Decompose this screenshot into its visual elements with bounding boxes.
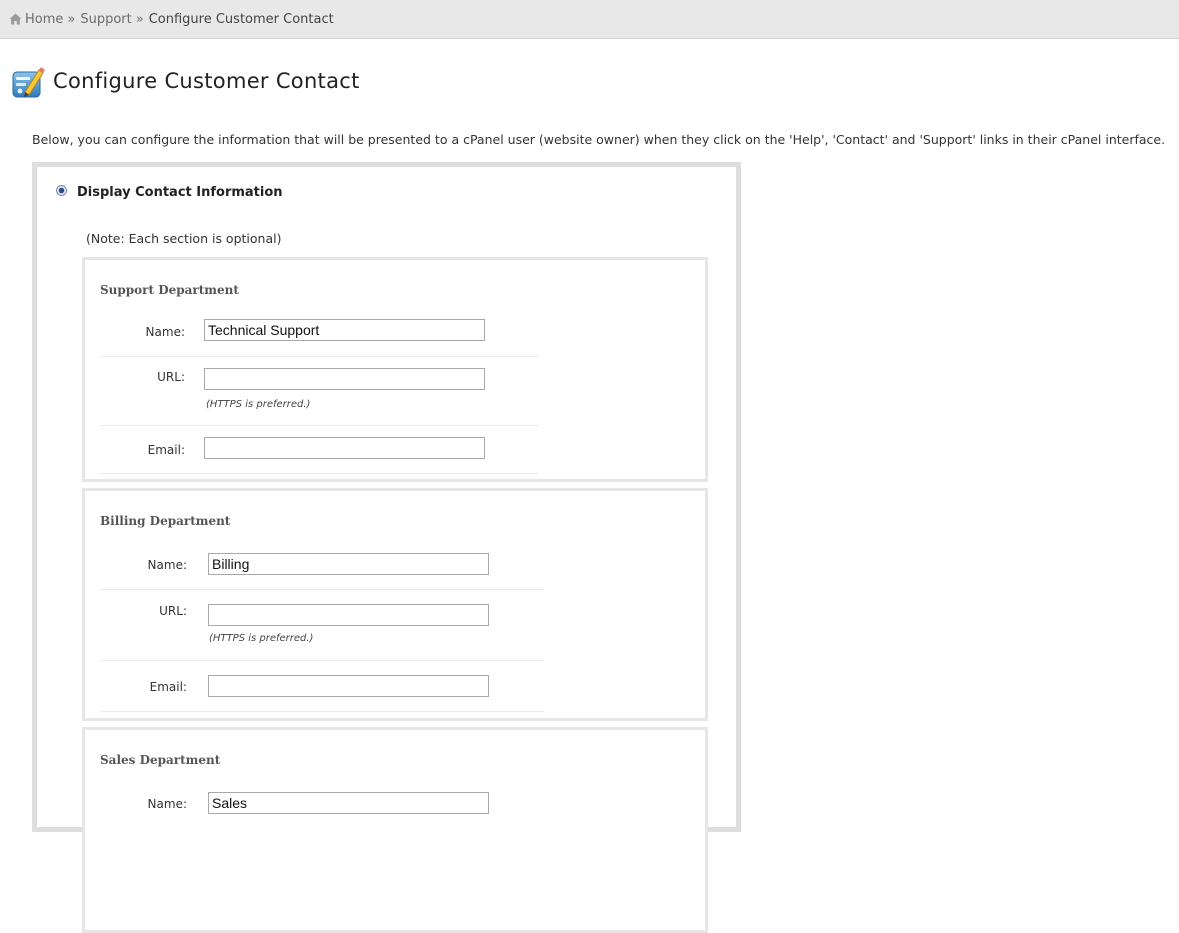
support-name-input[interactable] bbox=[204, 319, 485, 341]
breadcrumb-support-link[interactable]: Support bbox=[80, 12, 131, 27]
billing-name-input[interactable] bbox=[208, 553, 489, 575]
divider bbox=[100, 473, 538, 474]
home-icon[interactable] bbox=[9, 13, 22, 25]
support-url-input[interactable] bbox=[204, 368, 485, 390]
intro-text: Below, you can configure the information… bbox=[32, 132, 1166, 147]
divider bbox=[100, 356, 538, 357]
breadcrumb-separator: » bbox=[135, 12, 144, 27]
optional-note: (Note: Each section is optional) bbox=[86, 231, 282, 246]
sales-department-section: Sales Department Name: bbox=[82, 727, 708, 933]
support-email-input[interactable] bbox=[204, 437, 485, 459]
breadcrumb-separator: » bbox=[67, 12, 76, 27]
contact-edit-icon bbox=[12, 67, 45, 98]
divider bbox=[100, 711, 544, 712]
divider bbox=[100, 660, 544, 661]
billing-url-input[interactable] bbox=[208, 604, 489, 626]
contact-options-panel: Display Contact Information (Note: Each … bbox=[32, 162, 741, 933]
billing-email-input[interactable] bbox=[208, 675, 489, 697]
billing-department-section: Billing Department Name: URL: (HTTPS is … bbox=[82, 488, 708, 721]
display-contact-label[interactable]: Display Contact Information bbox=[77, 185, 283, 201]
section-title: Billing Department bbox=[100, 514, 231, 528]
url-hint: (HTTPS is preferred.) bbox=[206, 399, 311, 410]
divider bbox=[100, 589, 544, 590]
page-title: Configure Customer Contact bbox=[53, 69, 360, 93]
breadcrumb-home-link[interactable]: Home bbox=[25, 12, 63, 27]
url-hint: (HTTPS is preferred.) bbox=[209, 633, 314, 644]
support-department-section: Support Department Name: URL: (HTTPS is … bbox=[82, 257, 708, 482]
url-label: URL: bbox=[159, 604, 187, 618]
section-title: Support Department bbox=[100, 283, 239, 297]
divider bbox=[100, 425, 538, 426]
email-label: Email: bbox=[149, 680, 187, 694]
breadcrumb: Home » Support » Configure Customer Contact bbox=[0, 0, 1179, 39]
name-label: Name: bbox=[147, 797, 187, 811]
display-contact-radio[interactable] bbox=[56, 185, 67, 196]
url-label: URL: bbox=[157, 370, 185, 384]
sales-name-input[interactable] bbox=[208, 792, 489, 814]
name-label: Name: bbox=[147, 558, 187, 572]
name-label: Name: bbox=[145, 325, 185, 339]
section-title: Sales Department bbox=[100, 753, 221, 767]
email-label: Email: bbox=[147, 443, 185, 457]
breadcrumb-current: Configure Customer Contact bbox=[148, 12, 334, 27]
